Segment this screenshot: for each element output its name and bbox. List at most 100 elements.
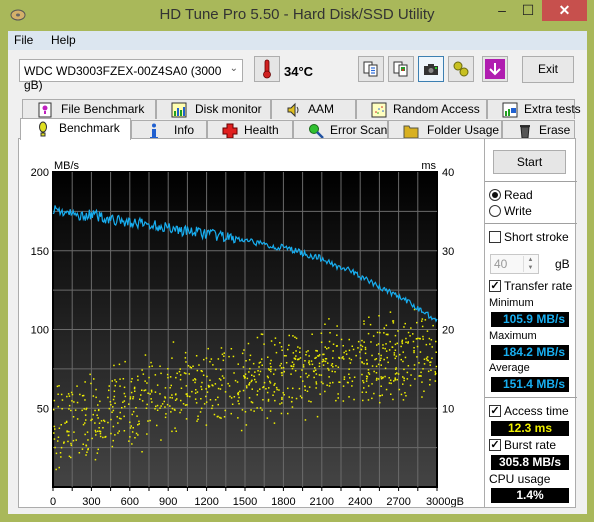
access-time-point [330, 364, 333, 367]
access-time-point [74, 409, 77, 411]
access-time-point [371, 365, 374, 367]
access-time-point [112, 439, 114, 442]
access-time-point [258, 362, 261, 364]
access-time-point [61, 399, 64, 401]
access-time-point [198, 364, 200, 366]
access-time-point [67, 434, 70, 436]
access-time-point [413, 351, 415, 354]
tab-benchmark[interactable]: Benchmark [20, 118, 131, 140]
access-time-point [431, 346, 433, 348]
tab-extra-tests[interactable]: Extra tests [487, 99, 581, 119]
access-time-point [107, 421, 109, 424]
save-button[interactable] [482, 56, 508, 82]
tab-erase[interactable]: Erase [502, 120, 575, 140]
tab-aam[interactable]: AAM [271, 99, 356, 119]
transfer-rate-checkbox[interactable]: ✓ Transfer rate [489, 279, 572, 293]
start-button[interactable]: Start [493, 150, 566, 174]
thermometer-icon [263, 59, 271, 79]
temperature-button[interactable] [254, 56, 280, 82]
access-time-point [270, 359, 272, 362]
access-time-point [98, 409, 100, 411]
access-time-point [146, 403, 148, 406]
copy-text-button[interactable] [358, 56, 384, 82]
options-button[interactable] [448, 56, 474, 82]
tab-file-benchmark[interactable]: File Benchmark [22, 99, 156, 119]
access-time-point [367, 399, 370, 401]
menu-file[interactable]: File [14, 33, 33, 47]
minimize-button[interactable]: – [489, 0, 515, 21]
access-time-point [427, 370, 430, 373]
access-time-point [268, 369, 271, 371]
access-time-point [430, 369, 432, 371]
exit-button[interactable]: Exit [522, 56, 574, 83]
access-time-point [207, 347, 209, 350]
burst-rate-checkbox[interactable]: ✓ Burst rate [489, 438, 556, 452]
access-time-point [290, 373, 292, 375]
tab-health[interactable]: Health [207, 120, 293, 140]
drive-select[interactable]: WDC WD3003FZEX-00Z4SA0 (3000 gB) ⌄ [19, 59, 243, 92]
access-time-point [206, 391, 209, 393]
screenshot-button[interactable] [418, 56, 444, 82]
access-time-point [377, 363, 380, 366]
short-stroke-spinner[interactable]: 40 ▲ ▼ [490, 254, 539, 274]
access-time-point [156, 409, 159, 411]
tab-folder-usage[interactable]: Folder Usage [388, 120, 502, 140]
access-time-checkbox[interactable]: ✓ Access time [489, 404, 569, 418]
access-time-point [297, 346, 299, 348]
access-time-point [60, 424, 62, 426]
checkmark-icon: ✓ [489, 280, 501, 292]
access-time-point [84, 399, 86, 401]
tab-random-access[interactable]: Random Access [356, 99, 487, 119]
access-time-point [404, 322, 406, 325]
write-radio[interactable]: Write [489, 204, 532, 218]
access-time-point [194, 392, 197, 394]
access-time-point [119, 378, 121, 380]
average-value: 151.4 MB/s [491, 377, 569, 392]
access-time-point [338, 381, 340, 383]
access-time-point [384, 375, 386, 378]
access-time-point [310, 360, 313, 362]
access-time-point [385, 350, 388, 352]
access-time-point [294, 336, 296, 338]
access-time-point [380, 357, 382, 360]
access-time-point [209, 360, 211, 363]
access-time-point [142, 373, 145, 375]
access-time-point [320, 381, 323, 383]
short-stroke-checkbox[interactable]: Short stroke [489, 230, 569, 244]
menu-help[interactable]: Help [51, 33, 76, 47]
copy-screenshot-button[interactable] [388, 56, 414, 82]
maximize-button[interactable]: ☐ [515, 0, 541, 21]
access-time-point [243, 349, 245, 351]
read-label: Read [504, 188, 533, 202]
tab-label: AAM [308, 102, 335, 116]
spinner-arrows[interactable]: ▲ ▼ [523, 256, 537, 272]
access-time-point [84, 422, 86, 424]
tab-disk-monitor[interactable]: Disk monitor [156, 99, 271, 119]
benchmark-icon [39, 121, 47, 137]
access-time-point [273, 391, 276, 393]
maximum-value: 184.2 MB/s [491, 345, 569, 360]
access-time-point [141, 389, 143, 391]
access-time-point [273, 422, 276, 424]
access-time-point [397, 373, 400, 375]
access-time-point [275, 386, 278, 389]
tab-error-scan[interactable]: Error Scan [293, 120, 388, 140]
access-time-point [222, 359, 225, 362]
tab-info[interactable]: Info [131, 120, 207, 140]
access-time-point [169, 376, 172, 378]
access-time-point [237, 400, 239, 402]
access-time-point [244, 411, 247, 413]
read-radio[interactable]: Read [489, 188, 533, 202]
access-time-point [192, 365, 194, 367]
close-button[interactable]: ✕ [542, 0, 587, 21]
access-time-point [419, 351, 422, 353]
access-time-point [315, 349, 317, 352]
access-time-point [301, 397, 303, 399]
access-time-point [337, 397, 339, 399]
access-time-point [85, 419, 87, 421]
title-bar[interactable]: HD Tune Pro 5.50 - Hard Disk/SSD Utility… [0, 0, 594, 31]
access-time-point [219, 388, 222, 390]
access-time-point [295, 350, 297, 352]
separator [485, 181, 577, 182]
access-time-point [332, 366, 334, 368]
